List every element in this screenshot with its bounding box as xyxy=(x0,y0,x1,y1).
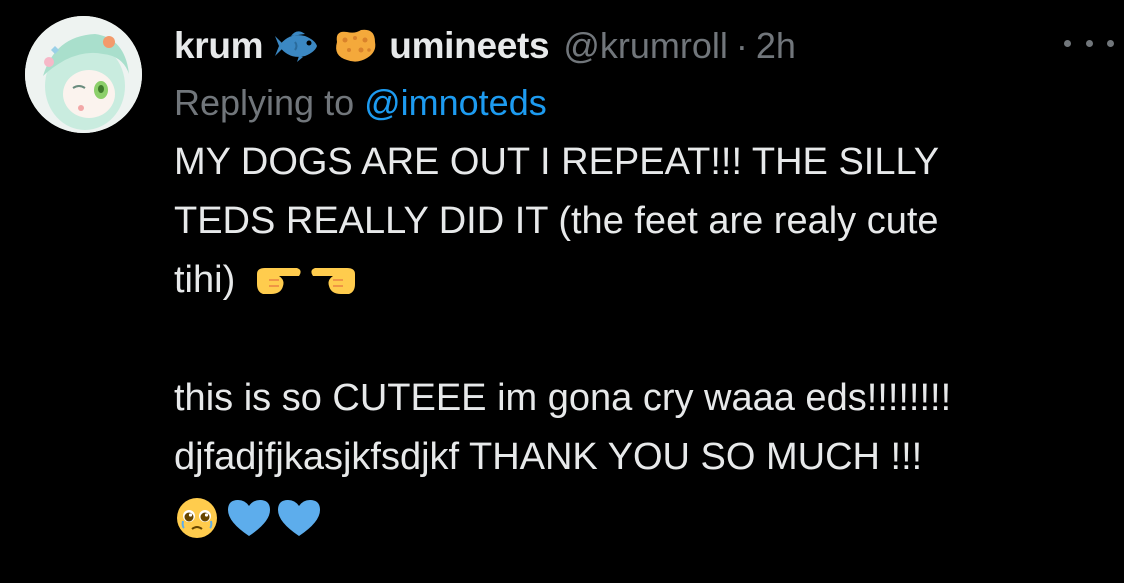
blue-heart-icon xyxy=(224,494,274,540)
tweet-text-line: MY DOGS ARE OUT I REPEAT!!! THE SILLY xyxy=(174,141,940,183)
tweet-text-line xyxy=(174,487,1104,546)
separator-dot: · xyxy=(735,25,748,66)
sponge-icon xyxy=(331,26,379,66)
pointing-right-hand-icon xyxy=(253,258,303,304)
user-handle[interactable]: @krumroll xyxy=(563,25,728,67)
tweet-text-line: this is so CUTEEE im gona cry waaa eds!!… xyxy=(174,377,952,419)
timestamp[interactable]: 2h xyxy=(756,25,796,67)
display-name-suffix[interactable]: umineets xyxy=(389,25,549,67)
reply-prefix: Replying to xyxy=(174,82,365,123)
fish-icon xyxy=(275,26,321,66)
tweet-text-segment: tihi) xyxy=(174,259,236,301)
pleading-face-icon xyxy=(174,494,224,540)
avatar-image xyxy=(25,16,142,133)
display-name[interactable]: krum xyxy=(174,25,264,67)
reply-mention-link[interactable]: @imnoteds xyxy=(364,82,547,123)
tweet-text-line: TEDS REALLY DID IT (the feet are realy c… xyxy=(174,200,939,242)
tweet[interactable]: krum umineets @krumroll · 2h Replying to… xyxy=(0,0,1124,583)
tweet-text-line: djfadjfjkasjkfsdjkf THANK YOU SO MUCH !!… xyxy=(174,436,923,478)
tweet-content: krum umineets @krumroll · 2h Replying to… xyxy=(174,20,1114,546)
pointing-left-hand-icon xyxy=(309,258,359,304)
tweet-text: MY DOGS ARE OUT I REPEAT!!! THE SILLY TE… xyxy=(174,133,1104,546)
more-options-icon[interactable] xyxy=(1064,28,1114,58)
reply-context: Replying to @imnoteds xyxy=(174,78,1104,128)
tweet-header: krum umineets @krumroll · 2h xyxy=(174,20,1114,72)
tweet-text-line: tihi) xyxy=(174,251,1104,310)
blue-heart-icon xyxy=(274,494,324,540)
avatar[interactable] xyxy=(25,16,142,133)
